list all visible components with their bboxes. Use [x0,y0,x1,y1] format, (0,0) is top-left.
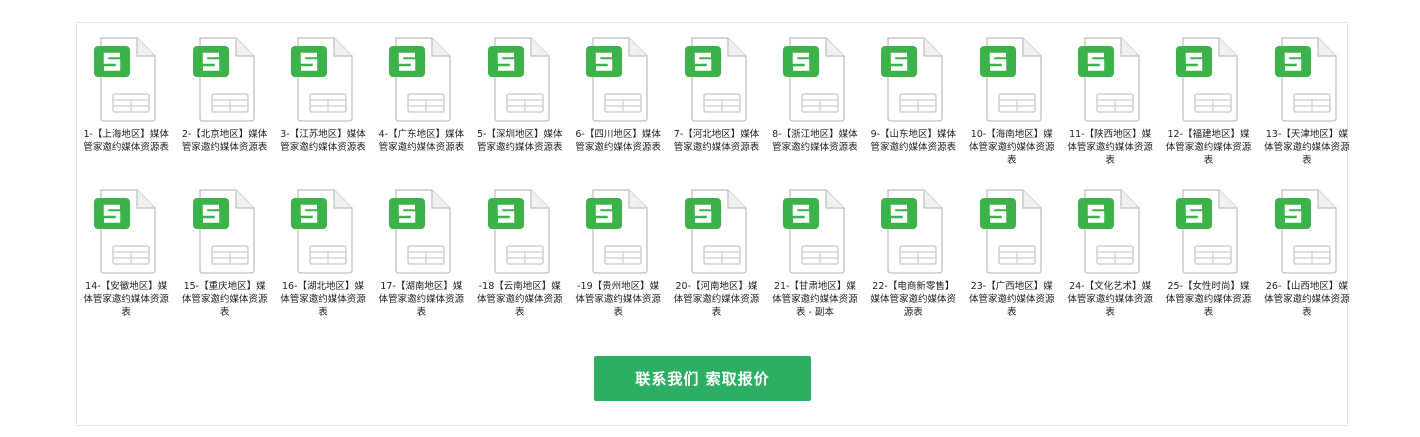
file-panel: 1-【上海地区】媒体管家邀约媒体资源表 2-【北京地区】媒体管家邀约媒体资源表 … [76,22,1350,426]
spreadsheet-file-icon [1175,34,1241,124]
file-name: 17-【湖南地区】媒体管家邀约媒体资源表 [378,281,465,318]
spreadsheet-file-icon [93,186,159,276]
file-item[interactable]: 4-【广东地区】媒体管家邀约媒体资源表 [372,34,470,184]
spreadsheet-file-icon [782,186,848,276]
spreadsheet-file-icon [192,186,258,276]
file-name: 26-【山西地区】媒体管家邀约媒体资源表 [1264,281,1350,318]
file-name: 20-【河南地区】媒体管家邀约媒体资源表 [673,281,760,318]
spreadsheet-file-icon [487,186,553,276]
file-name: 4-【广东地区】媒体管家邀约媒体资源表 [378,129,465,153]
spreadsheet-file-icon [388,186,454,276]
spreadsheet-file-icon [979,34,1045,124]
spreadsheet-file-icon [979,186,1045,276]
spreadsheet-file-icon [1274,186,1340,276]
file-item[interactable]: 5-【深圳地区】媒体管家邀约媒体资源表 [471,34,569,184]
file-item[interactable]: 1-【上海地区】媒体管家邀约媒体资源表 [77,34,175,184]
file-name: 14-【安徽地区】媒体管家邀约媒体资源表 [83,281,169,318]
spreadsheet-file-icon [880,34,946,124]
file-item[interactable]: -19【贵州地区】媒体管家邀约媒体资源表 [569,186,667,336]
file-item[interactable]: -18【云南地区】媒体管家邀约媒体资源表 [471,186,569,336]
file-item[interactable]: 2-【北京地区】媒体管家邀约媒体资源表 [175,34,273,184]
file-name: 25-【女性时尚】媒体管家邀约媒体资源表 [1165,281,1252,318]
spreadsheet-file-icon [290,34,356,124]
spreadsheet-file-icon [585,34,651,124]
spreadsheet-file-icon [1077,186,1143,276]
file-item[interactable]: 8-【浙江地区】媒体管家邀约媒体资源表 [766,34,864,184]
spreadsheet-file-icon [1077,34,1143,124]
file-item[interactable]: 23-【广西地区】媒体管家邀约媒体资源表 [963,186,1061,336]
file-name: 22-【电商新零售】媒体管家邀约媒体资源表 [870,281,957,318]
file-item[interactable]: 17-【湖南地区】媒体管家邀约媒体资源表 [372,186,470,336]
spreadsheet-file-icon [684,186,750,276]
spreadsheet-file-icon [880,186,946,276]
file-item[interactable]: 22-【电商新零售】媒体管家邀约媒体资源表 [864,186,962,336]
file-name: 6-【四川地区】媒体管家邀约媒体资源表 [575,129,661,153]
file-name: 5-【深圳地区】媒体管家邀约媒体资源表 [476,129,563,153]
spreadsheet-file-icon [388,34,454,124]
file-item[interactable]: 6-【四川地区】媒体管家邀约媒体资源表 [569,34,667,184]
file-name: 11-【陕西地区】媒体管家邀约媒体资源表 [1067,129,1153,166]
file-item[interactable]: 15-【重庆地区】媒体管家邀约媒体资源表 [175,186,273,336]
file-name: 10-【海南地区】媒体管家邀约媒体资源表 [968,129,1055,166]
file-name: -19【贵州地区】媒体管家邀约媒体资源表 [575,281,661,318]
file-name: 1-【上海地区】媒体管家邀约媒体资源表 [83,129,169,153]
file-item[interactable]: 21-【甘肃地区】媒体管家邀约媒体资源表 - 副本 [766,186,864,336]
file-item[interactable]: 9-【山东地区】媒体管家邀约媒体资源表 [864,34,962,184]
file-item[interactable]: 11-【陕西地区】媒体管家邀约媒体资源表 [1061,34,1159,184]
file-item[interactable]: 26-【山西地区】媒体管家邀约媒体资源表 [1258,186,1356,336]
file-item[interactable]: 3-【江苏地区】媒体管家邀约媒体资源表 [274,34,372,184]
file-name: 9-【山东地区】媒体管家邀约媒体资源表 [870,129,957,153]
file-item[interactable]: 13-【天津地区】媒体管家邀约媒体资源表 [1258,34,1356,184]
file-name: -18【云南地区】媒体管家邀约媒体资源表 [476,281,563,318]
spreadsheet-file-icon [782,34,848,124]
spreadsheet-file-icon [585,186,651,276]
file-name: 21-【甘肃地区】媒体管家邀约媒体资源表 - 副本 [772,281,858,318]
file-name: 7-【河北地区】媒体管家邀约媒体资源表 [673,129,760,153]
file-name: 15-【重庆地区】媒体管家邀约媒体资源表 [181,281,268,318]
file-item[interactable]: 20-【河南地区】媒体管家邀约媒体资源表 [667,186,765,336]
file-name: 2-【北京地区】媒体管家邀约媒体资源表 [181,129,268,153]
file-grid: 1-【上海地区】媒体管家邀约媒体资源表 2-【北京地区】媒体管家邀约媒体资源表 … [77,34,1350,336]
file-item[interactable]: 24-【文化艺术】媒体管家邀约媒体资源表 [1061,186,1159,336]
file-item[interactable]: 7-【河北地区】媒体管家邀约媒体资源表 [667,34,765,184]
file-name: 24-【文化艺术】媒体管家邀约媒体资源表 [1067,281,1153,318]
file-name: 13-【天津地区】媒体管家邀约媒体资源表 [1264,129,1350,166]
spreadsheet-file-icon [93,34,159,124]
file-item[interactable]: 25-【女性时尚】媒体管家邀约媒体资源表 [1159,186,1257,336]
file-name: 3-【江苏地区】媒体管家邀约媒体资源表 [280,129,366,153]
file-item[interactable]: 14-【安徽地区】媒体管家邀约媒体资源表 [77,186,175,336]
file-item[interactable]: 16-【湖北地区】媒体管家邀约媒体资源表 [274,186,372,336]
file-name: 23-【广西地区】媒体管家邀约媒体资源表 [968,281,1055,318]
file-name: 8-【浙江地区】媒体管家邀约媒体资源表 [772,129,858,153]
spreadsheet-file-icon [192,34,258,124]
file-item[interactable]: 10-【海南地区】媒体管家邀约媒体资源表 [963,34,1061,184]
file-item[interactable]: 12-【福建地区】媒体管家邀约媒体资源表 [1159,34,1257,184]
spreadsheet-file-icon [487,34,553,124]
spreadsheet-file-icon [290,186,356,276]
contact-us-button[interactable]: 联系我们 索取报价 [594,356,811,401]
file-name: 12-【福建地区】媒体管家邀约媒体资源表 [1165,129,1252,166]
file-name: 16-【湖北地区】媒体管家邀约媒体资源表 [280,281,366,318]
spreadsheet-file-icon [1175,186,1241,276]
spreadsheet-file-icon [1274,34,1340,124]
spreadsheet-file-icon [684,34,750,124]
